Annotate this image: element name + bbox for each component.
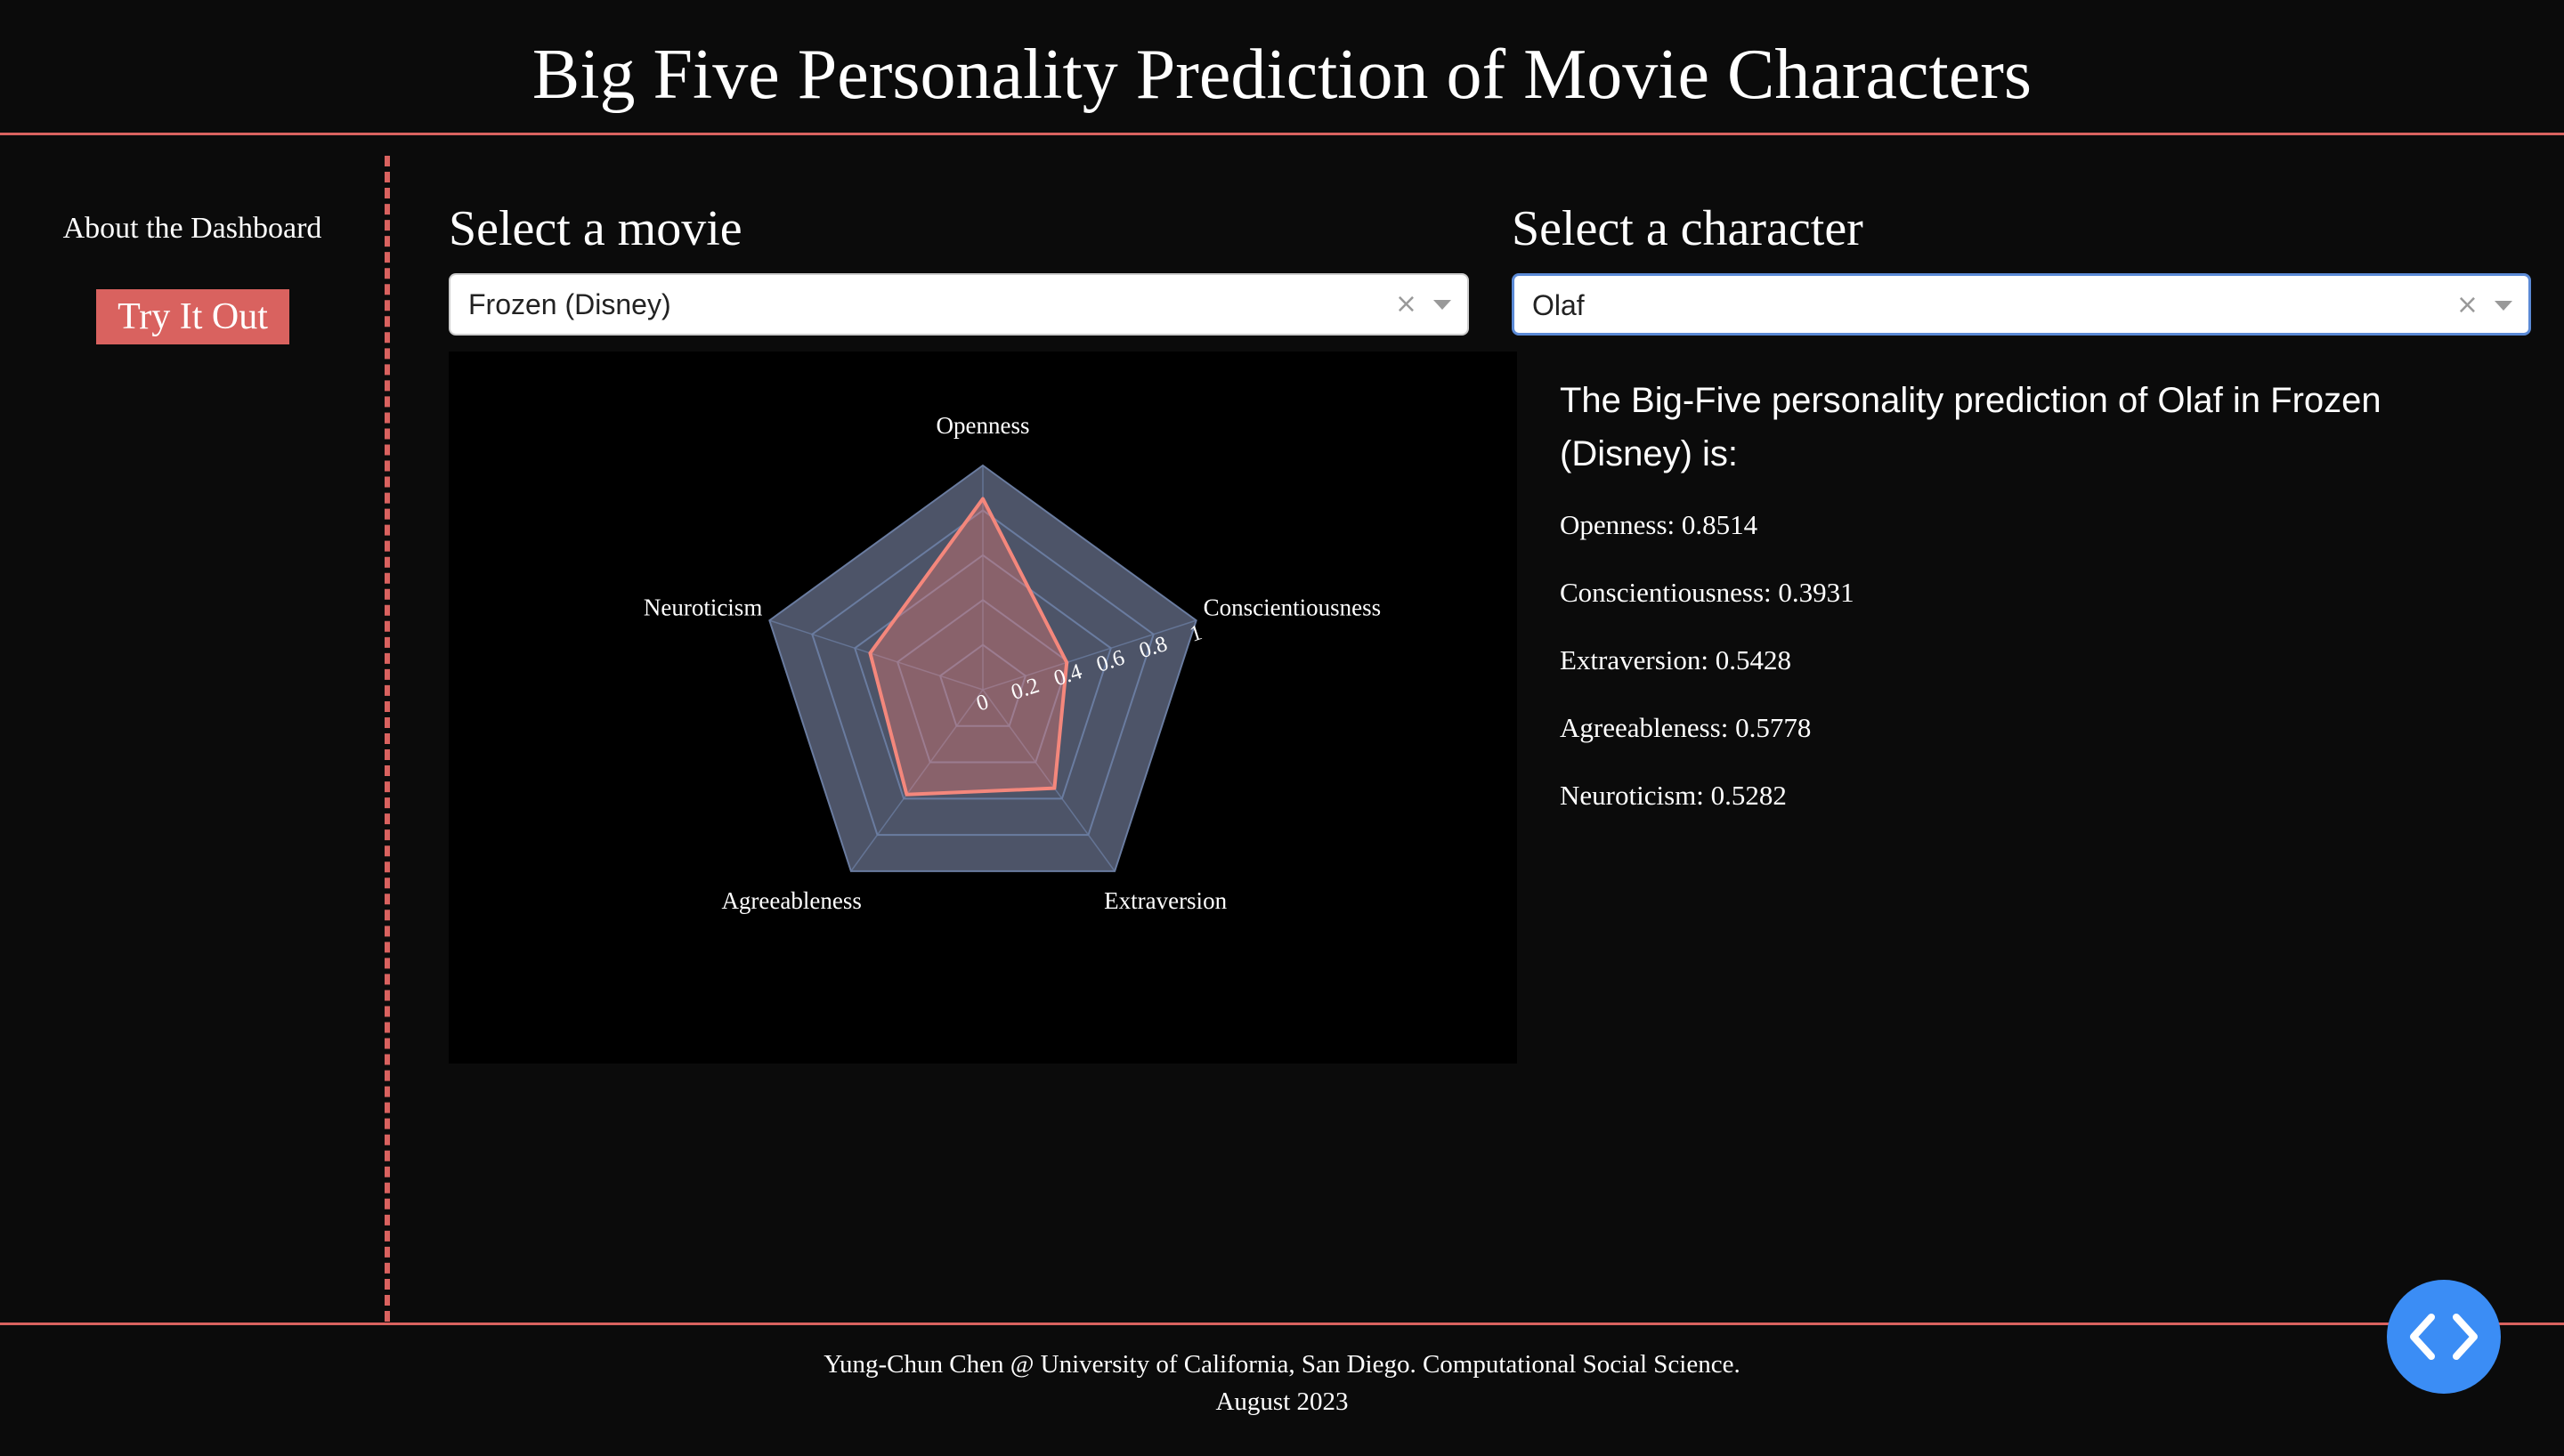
code-toggle-button[interactable] — [2387, 1280, 2501, 1394]
try-it-out-button[interactable]: Try It Out — [96, 289, 289, 344]
character-select-label: Select a character — [1512, 201, 1863, 256]
axis-label-neuroticism: Neuroticism — [644, 594, 762, 620]
clear-icon[interactable]: × — [2456, 276, 2479, 335]
radar-chart-svg: Openness Conscientiousness Extraversion Agr… — [644, 412, 1382, 914]
character-dropdown[interactable]: Olaf × — [1512, 273, 2531, 336]
conscientiousness-score: Conscientiousness: 0.3931 — [1560, 577, 1854, 608]
header: Big Five Personality Prediction of Movie… — [0, 0, 2564, 135]
clear-icon[interactable]: × — [1395, 275, 1417, 334]
axis-label-extraversion: Extraversion — [1104, 887, 1227, 914]
prediction-panel: The Big-Five personality prediction of O… — [1560, 374, 2521, 811]
code-brackets-icon — [2410, 1314, 2478, 1360]
neuroticism-score: Neuroticism: 0.5282 — [1560, 780, 1787, 811]
footer-credit: Yung-Chun Chen @ University of Californi… — [824, 1350, 1740, 1379]
footer-date: August 2023 — [1215, 1387, 1349, 1416]
movie-dropdown-value: Frozen (Disney) — [468, 288, 671, 320]
chevron-down-icon[interactable] — [2495, 301, 2512, 311]
prediction-heading: The Big-Five personality prediction of O… — [1560, 381, 2381, 473]
page-title: Big Five Personality Prediction of Movie… — [531, 36, 2033, 114]
chevron-down-icon[interactable] — [1433, 300, 1451, 310]
axis-label-conscientiousness: Conscientiousness — [1204, 594, 1382, 620]
movie-select-label: Select a movie — [449, 201, 742, 256]
axis-label-agreeableness: Agreeableness — [721, 887, 861, 914]
openness-score: Openness: 0.8514 — [1560, 509, 1758, 540]
agreeableness-score: Agreeableness: 0.5778 — [1560, 712, 1812, 743]
footer: Yung-Chun Chen @ University of Californi… — [0, 1323, 2564, 1456]
extraversion-score: Extraversion: 0.5428 — [1560, 644, 1792, 675]
movie-dropdown[interactable]: Frozen (Disney) × — [449, 273, 1469, 336]
sidebar: About the Dashboard Try It Out — [0, 135, 385, 1323]
axis-label-openness: Openness — [937, 412, 1030, 439]
radar-chart: Openness Conscientiousness Extraversion Agr… — [449, 352, 1517, 1064]
sidebar-divider — [385, 156, 390, 1322]
about-dashboard-link[interactable]: About the Dashboard — [0, 212, 385, 246]
character-dropdown-value: Olaf — [1532, 289, 1585, 321]
